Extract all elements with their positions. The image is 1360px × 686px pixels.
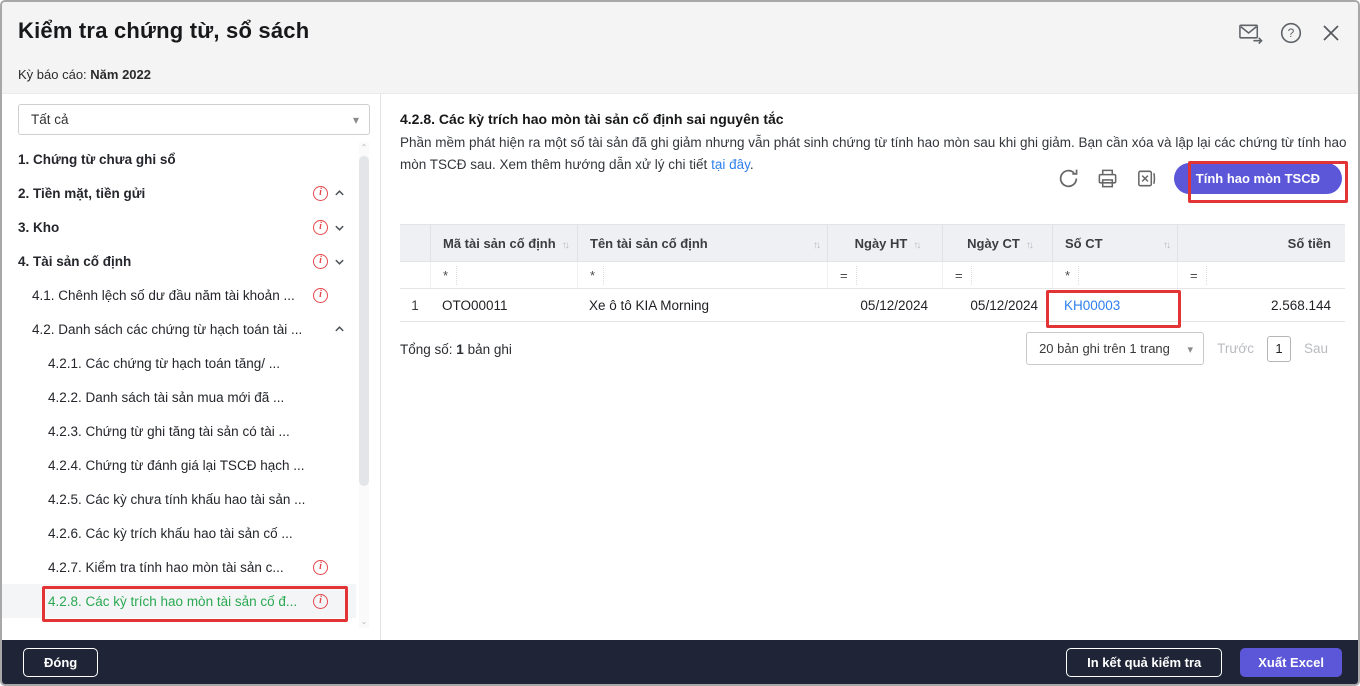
calc-depreciation-button[interactable]: Tính hao mòn TSCĐ — [1174, 163, 1342, 194]
scrollbar-thumb[interactable] — [359, 156, 369, 486]
table-filter-row: * * = = * = — [400, 262, 1345, 289]
refresh-icon[interactable] — [1057, 167, 1081, 191]
table-header-row: Mã tài sản cố định Tên tài sản cố định N… — [400, 224, 1345, 262]
warning-info-icon[interactable] — [313, 594, 328, 609]
report-period-value: Năm 2022 — [90, 67, 151, 82]
sort-icon[interactable] — [913, 236, 919, 251]
col-header-amount[interactable]: Số tiền — [1177, 225, 1345, 261]
col-header-index — [400, 225, 430, 261]
scroll-down-icon[interactable]: ⌄ — [359, 616, 369, 628]
page-title: Kiểm tra chứng từ, sổ sách — [18, 18, 309, 44]
sidebar-item-4-2-7[interactable]: 4.2.7. Kiểm tra tính hao mòn tài sản c..… — [2, 550, 356, 584]
cell-asset-name: Xe ô tô KIA Morning — [577, 289, 827, 321]
chevron-down-icon[interactable] — [328, 256, 350, 267]
warning-info-icon[interactable] — [313, 254, 328, 269]
sidebar-scrollbar[interactable]: ⌃ ⌄ — [359, 142, 369, 628]
close-button[interactable]: Đóng — [23, 648, 98, 677]
page-size-dropdown[interactable]: 20 bản ghi trên 1 trang — [1026, 332, 1204, 365]
check-documents-dialog: Kiểm tra chứng từ, sổ sách Kỳ báo cáo: N… — [0, 0, 1360, 686]
export-excel-button[interactable]: Xuất Excel — [1240, 648, 1342, 677]
filter-amount[interactable]: = — [1177, 262, 1345, 288]
cell-amount: 2.568.144 — [1177, 289, 1345, 321]
check-tree: 1. Chứng từ chưa ghi sổ 2. Tiền mặt, tiề… — [2, 142, 356, 618]
dialog-header: Kiểm tra chứng từ, sổ sách Kỳ báo cáo: N… — [2, 2, 1358, 94]
close-icon[interactable] — [1318, 20, 1344, 46]
tree-filter-dropdown[interactable]: Tất cả — [18, 104, 370, 135]
col-header-asset-name[interactable]: Tên tài sản cố định — [577, 225, 827, 261]
filter-asset-name[interactable]: * — [577, 262, 827, 288]
sidebar-item-4-2-3[interactable]: 4.2.3. Chứng từ ghi tăng tài sản có tài … — [2, 414, 356, 448]
sidebar-item-4-2[interactable]: 4.2. Danh sách các chứng từ hạch toán tà… — [2, 312, 356, 346]
pagination: 20 bản ghi trên 1 trang Trước 1 Sau — [1026, 332, 1328, 365]
sort-icon[interactable] — [562, 236, 568, 251]
header-icons: ? — [1238, 20, 1344, 46]
warning-info-icon[interactable] — [313, 288, 328, 303]
sort-icon[interactable] — [1026, 236, 1032, 251]
print-result-button[interactable]: In kết quả kiểm tra — [1066, 648, 1222, 677]
tree-filter-value: Tất cả — [31, 112, 69, 127]
chevron-up-icon[interactable] — [328, 324, 350, 335]
report-period: Kỳ báo cáo: Năm 2022 — [18, 67, 151, 82]
sidebar-item-4-2-1[interactable]: 4.2.1. Các chứng từ hạch toán tăng/ ... — [2, 346, 356, 380]
table-toolbar: Tính hao mòn TSCĐ — [1057, 163, 1342, 194]
chevron-up-icon[interactable] — [328, 188, 350, 199]
warning-info-icon[interactable] — [313, 186, 328, 201]
filter-doc-no[interactable]: * — [1052, 262, 1177, 288]
export-excel-icon[interactable] — [1135, 167, 1159, 191]
col-header-date-ct[interactable]: Ngày CT — [942, 225, 1052, 261]
chevron-down-icon — [353, 112, 359, 127]
cell-date-ht: 05/12/2024 — [827, 289, 942, 321]
sidebar-item-4-2-5[interactable]: 4.2.5. Các kỳ chưa tính khấu hao tài sản… — [2, 482, 356, 516]
sidebar-item-1[interactable]: 1. Chứng từ chưa ghi sổ — [2, 142, 356, 176]
sort-icon[interactable] — [1163, 236, 1169, 251]
total-records: Tổng số: 1 bản ghi — [400, 342, 512, 357]
send-feedback-icon[interactable] — [1238, 20, 1264, 46]
sidebar-item-3[interactable]: 3. Kho — [2, 210, 356, 244]
filter-date-ct[interactable]: = — [942, 262, 1052, 288]
prev-page-button[interactable]: Trước — [1217, 341, 1254, 356]
col-header-asset-code[interactable]: Mã tài sản cố định — [430, 225, 577, 261]
cell-asset-code: OTO00011 — [430, 289, 577, 321]
sidebar-item-4-2-6[interactable]: 4.2.6. Các kỳ trích khấu hao tài sản cố … — [2, 516, 356, 550]
detail-guide-link[interactable]: tại đây — [711, 157, 750, 172]
dialog-footer: Đóng In kết quả kiểm tra Xuất Excel — [2, 640, 1358, 684]
sidebar-item-4-2-4[interactable]: 4.2.4. Chứng từ đánh giá lại TSCĐ hạch .… — [2, 448, 356, 482]
sidebar-item-4-1[interactable]: 4.1. Chênh lệch số dư đầu năm tài khoản … — [2, 278, 356, 312]
check-tree-sidebar: Tất cả 1. Chứng từ chưa ghi sổ 2. Tiền m… — [2, 94, 380, 640]
help-icon[interactable]: ? — [1278, 20, 1304, 46]
col-header-doc-no[interactable]: Số CT — [1052, 225, 1177, 261]
warning-info-icon[interactable] — [313, 220, 328, 235]
col-header-date-ht[interactable]: Ngày HT — [827, 225, 942, 261]
sidebar-item-4-2-8-selected[interactable]: 4.2.8. Các kỳ trích hao mòn tài sản cố đ… — [2, 584, 356, 618]
warning-info-icon[interactable] — [313, 560, 328, 575]
print-icon[interactable] — [1096, 167, 1120, 191]
doc-no-link[interactable]: KH00003 — [1052, 289, 1177, 321]
chevron-down-icon — [1188, 341, 1194, 356]
filter-date-ht[interactable]: = — [827, 262, 942, 288]
cell-date-ct: 05/12/2024 — [942, 289, 1052, 321]
next-page-button[interactable]: Sau — [1304, 341, 1328, 356]
chevron-down-icon[interactable] — [328, 222, 350, 233]
cell-index: 1 — [400, 289, 430, 321]
svg-text:?: ? — [1288, 26, 1295, 40]
table-row[interactable]: 1 OTO00011 Xe ô tô KIA Morning 05/12/202… — [400, 289, 1345, 322]
page-number-input[interactable]: 1 — [1267, 336, 1291, 362]
sidebar-item-4-2-2[interactable]: 4.2.2. Danh sách tài sản mua mới đã ... — [2, 380, 356, 414]
sort-icon[interactable] — [813, 236, 819, 251]
sidebar-item-4[interactable]: 4. Tài sản cố định — [2, 244, 356, 278]
filter-asset-code[interactable]: * — [430, 262, 577, 288]
sidebar-item-2[interactable]: 2. Tiền mặt, tiền gửi — [2, 176, 356, 210]
section-heading: 4.2.8. Các kỳ trích hao mòn tài sản cố đ… — [400, 111, 784, 127]
report-period-label: Kỳ báo cáo: — [18, 67, 87, 82]
scroll-up-icon[interactable]: ⌃ — [359, 142, 369, 154]
result-table: Mã tài sản cố định Tên tài sản cố định N… — [400, 224, 1345, 322]
check-result-panel: 4.2.8. Các kỳ trích hao mòn tài sản cố đ… — [381, 94, 1358, 640]
